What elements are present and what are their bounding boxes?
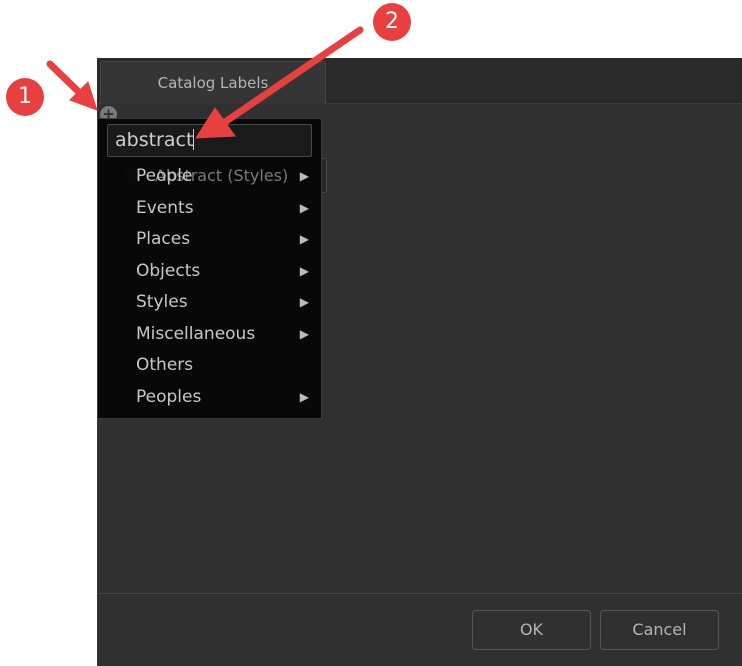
menu-item-peoples[interactable]: Peoples ▶ — [98, 382, 321, 413]
label-category-menu: abstract People ▶ Events ▶ Places ▶ Objects ▶ St… — [97, 118, 322, 419]
menu-item-label: Places — [136, 229, 191, 249]
annotation-badge-2: 2 — [373, 3, 411, 41]
dialog-header: Catalog Labels — [97, 58, 742, 104]
submenu-arrow-icon: ▶ — [299, 169, 309, 183]
menu-item-label: Styles — [136, 292, 188, 312]
annotation-badge-1: 1 — [6, 78, 44, 116]
menu-item-label: Events — [136, 197, 194, 218]
ok-button[interactable]: OK — [472, 610, 591, 650]
menu-item-miscellaneous[interactable]: Miscellaneous ▶ — [98, 319, 321, 350]
submenu-arrow-icon: ▶ — [299, 295, 309, 309]
menu-item-label: People — [136, 166, 193, 186]
search-value: abstract — [115, 129, 194, 151]
menu-item-others[interactable]: Others — [98, 350, 321, 381]
menu-item-label: Peoples — [136, 386, 202, 407]
text-caret — [193, 129, 195, 150]
annotation-arrow-1 — [46, 60, 89, 102]
menu-item-places[interactable]: Places ▶ — [98, 224, 321, 255]
submenu-arrow-icon: ▶ — [299, 232, 309, 246]
menu-item-label: Miscellaneous — [136, 323, 256, 344]
menu-item-label: Others — [136, 355, 194, 375]
label-search-input[interactable]: abstract — [107, 124, 312, 157]
submenu-arrow-icon: ▶ — [299, 200, 309, 215]
menu-item-objects[interactable]: Objects ▶ — [98, 256, 321, 287]
cancel-button[interactable]: Cancel — [600, 610, 719, 650]
submenu-arrow-icon: ▶ — [299, 263, 309, 278]
menu-item-people[interactable]: People ▶ — [98, 161, 321, 192]
submenu-arrow-icon: ▶ — [299, 326, 309, 341]
footer-divider — [97, 593, 742, 594]
tab-catalog-labels[interactable]: Catalog Labels — [100, 61, 326, 104]
submenu-arrow-icon: ▶ — [299, 389, 309, 404]
menu-item-styles[interactable]: Styles ▶ — [98, 287, 321, 318]
annotation-arrowhead-1 — [69, 81, 98, 111]
menu-item-label: Objects — [136, 260, 201, 281]
menu-item-events[interactable]: Events ▶ — [98, 193, 321, 224]
